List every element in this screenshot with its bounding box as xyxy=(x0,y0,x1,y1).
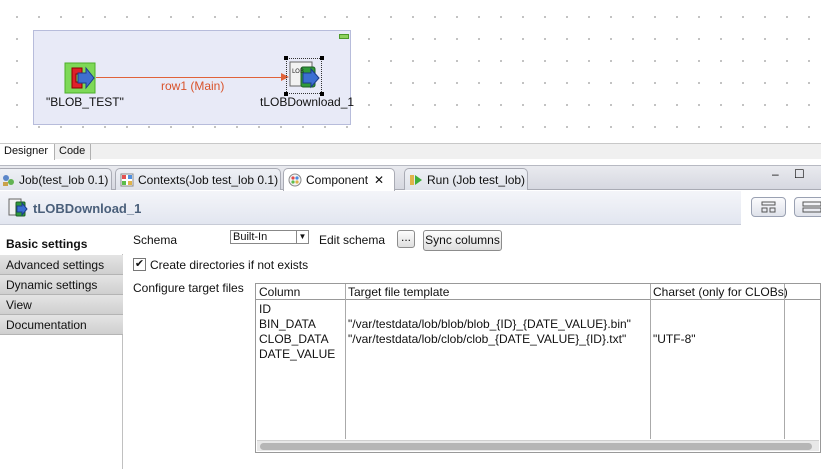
tab-code[interactable]: Code xyxy=(55,144,91,160)
tab-advanced-settings[interactable]: Advanced settings xyxy=(0,255,123,275)
tab-dynamic-settings[interactable]: Dynamic settings xyxy=(0,275,123,295)
layout-toggle-button-2[interactable] xyxy=(794,197,821,217)
close-icon[interactable]: ✕ xyxy=(374,173,384,187)
table-cell-column[interactable]: DATE_VALUE xyxy=(259,347,335,361)
tab-contexts-label: Contexts(Job test_lob 0.1) xyxy=(138,173,279,187)
column-header-template[interactable]: Target file template xyxy=(348,285,449,299)
edit-schema-button[interactable]: ... xyxy=(397,230,415,248)
column-header-column[interactable]: Column xyxy=(259,285,300,299)
column-divider xyxy=(650,284,651,439)
table-cell-template[interactable]: "/var/testdata/lob/clob/clob_{DATE_VALUE… xyxy=(348,332,626,346)
editor-mode-tabs: Designer Code xyxy=(0,143,821,160)
schema-select-value: Built-In xyxy=(233,231,268,243)
component-header: tLOBDownload_1 xyxy=(0,191,741,225)
scrollbar-thumb[interactable] xyxy=(260,443,812,450)
row-link-line[interactable] xyxy=(96,77,286,78)
horizontal-scrollbar[interactable] xyxy=(257,440,819,451)
blob-input-component-label[interactable]: "BLOB_TEST" xyxy=(46,95,124,109)
chevron-down-icon: ▼ xyxy=(296,231,308,243)
sync-columns-button[interactable]: Sync columns xyxy=(423,230,502,251)
tab-documentation[interactable]: Documentation xyxy=(0,315,123,335)
subjob-collapse-handle[interactable] xyxy=(339,34,349,39)
tab-run-label: Run (Job test_lob) xyxy=(427,173,526,187)
designer-canvas[interactable]: "BLOB_TEST" row1 (Main) LOB tLOBDownload… xyxy=(0,0,821,143)
tab-component-label: Component xyxy=(306,173,369,187)
component-title: tLOBDownload_1 xyxy=(33,201,142,216)
job-icon xyxy=(1,173,15,187)
layout-toggle-button[interactable] xyxy=(751,197,786,217)
column-divider xyxy=(345,284,346,439)
tab-job-label: Job(test_lob 0.1) xyxy=(19,173,109,187)
blob-input-component-icon[interactable] xyxy=(64,62,96,94)
layout-grid-icon xyxy=(761,201,776,213)
tab-view[interactable]: View xyxy=(0,295,123,315)
contexts-icon xyxy=(120,173,134,187)
tab-run[interactable]: Run (Job test_lob) xyxy=(404,168,528,190)
run-icon xyxy=(409,173,423,187)
tab-job[interactable]: Job(test_lob 0.1) xyxy=(0,168,112,190)
lob-icon-text: LOB xyxy=(292,68,304,75)
maximize-icon[interactable]: ☐ xyxy=(794,167,805,181)
layout-rows-icon xyxy=(802,201,821,213)
create-directories-checkbox[interactable]: ✔ xyxy=(133,258,146,271)
lob-download-component-label[interactable]: tLOBDownload_1 xyxy=(260,95,354,109)
tab-designer[interactable]: Designer xyxy=(0,144,55,160)
tab-component[interactable]: Component ✕ xyxy=(283,168,395,191)
table-cell-column[interactable]: BIN_DATA xyxy=(259,317,316,331)
table-header: Column Target file template Charset (onl… xyxy=(256,284,820,300)
configure-target-files-label: Configure target files xyxy=(133,281,244,295)
table-cell-column[interactable]: CLOB_DATA xyxy=(259,332,329,346)
row-link-label[interactable]: row1 (Main) xyxy=(161,79,224,93)
lob-download-icon xyxy=(8,198,28,217)
settings-side-tabs: Basic settings Advanced settings Dynamic… xyxy=(0,234,123,469)
view-tab-bar: Job(test_lob 0.1) Contexts(Job test_lob … xyxy=(0,165,821,191)
lob-download-component-icon[interactable]: LOB xyxy=(287,59,321,93)
table-cell-charset[interactable]: "UTF-8" xyxy=(653,332,696,346)
column-divider xyxy=(784,284,785,439)
tab-basic-settings[interactable]: Basic settings xyxy=(0,234,123,254)
schema-label: Schema xyxy=(133,233,178,247)
column-header-charset[interactable]: Charset (only for CLOBs) xyxy=(653,285,788,299)
schema-select[interactable]: Built-In ▼ xyxy=(230,230,309,244)
component-icon xyxy=(288,173,302,187)
create-directories-label: Create directories if not exists xyxy=(150,258,309,272)
table-cell-template[interactable]: "/var/testdata/lob/blob/blob_{ID}_{DATE_… xyxy=(348,317,631,331)
target-files-table[interactable]: Column Target file template Charset (onl… xyxy=(255,283,821,453)
table-cell-column[interactable]: ID xyxy=(259,302,271,316)
edit-schema-label: Edit schema xyxy=(319,233,386,247)
tab-contexts[interactable]: Contexts(Job test_lob 0.1) xyxy=(115,168,281,190)
minimize-icon[interactable]: – xyxy=(772,167,779,181)
